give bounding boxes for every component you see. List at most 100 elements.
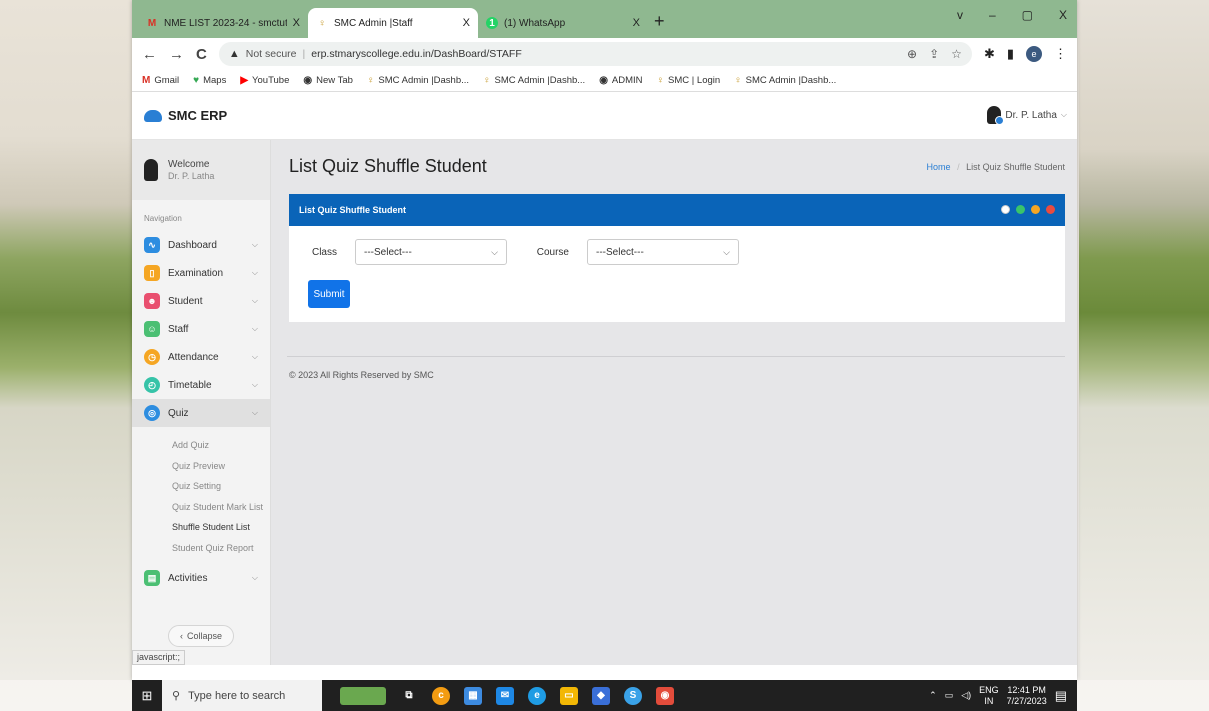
student-icon: ☻ bbox=[144, 293, 160, 309]
submenu-quiz-preview[interactable]: Quiz Preview bbox=[172, 456, 270, 477]
sidebar-item-quiz[interactable]: ◎ Quiz ⌵ bbox=[132, 399, 270, 427]
new-tab-button[interactable]: + bbox=[654, 11, 665, 32]
notification-icon[interactable]: ▤ bbox=[1055, 688, 1067, 704]
chrome-icon[interactable]: ◉ bbox=[656, 686, 674, 705]
bookmark-new-tab[interactable]: ◉ New Tab bbox=[303, 75, 353, 86]
search-placeholder: Type here to search bbox=[188, 689, 286, 702]
refresh-icon[interactable] bbox=[1016, 205, 1025, 214]
nav-heading: Navigation bbox=[144, 214, 182, 223]
sidepanel-icon[interactable]: ▮ bbox=[1007, 46, 1014, 62]
sidebar-item-student[interactable]: ☻ Student ⌵ bbox=[132, 287, 270, 315]
mail-icon[interactable]: ✉ bbox=[496, 686, 514, 705]
close-tab-button[interactable]: X bbox=[633, 17, 640, 29]
submenu-add-quiz[interactable]: Add Quiz bbox=[172, 435, 270, 456]
language-indicator[interactable]: ENG IN bbox=[979, 685, 999, 707]
smc-logo-icon: ♀ bbox=[366, 75, 375, 86]
app-icon[interactable]: c bbox=[432, 686, 450, 705]
smc-logo-icon: ♀ bbox=[656, 75, 665, 86]
user-menu[interactable]: Dr. P. Latha ⌵ bbox=[987, 106, 1067, 125]
chevron-down-icon: ⌵ bbox=[251, 240, 258, 249]
sidebar-item-dashboard[interactable]: ∿ Dashboard ⌵ bbox=[132, 231, 270, 259]
share-icon[interactable]: ⇪ bbox=[929, 47, 939, 61]
bookmark-smc-admin-3[interactable]: ♀ SMC Admin |Dashb... bbox=[734, 75, 836, 86]
sidebar-item-label: Dashboard bbox=[168, 239, 217, 251]
sidebar-item-activities[interactable]: ▤ Activities ⌵ bbox=[132, 564, 270, 592]
omnibox-actions: ⊕ ⇪ ☆ bbox=[907, 47, 962, 61]
back-icon[interactable]: ← bbox=[142, 46, 157, 63]
windows-start-icon[interactable]: ⊞ bbox=[132, 680, 162, 711]
tab-search-button[interactable]: v bbox=[957, 8, 963, 22]
card-tools bbox=[1001, 205, 1055, 214]
submenu-student-quiz-report[interactable]: Student Quiz Report bbox=[172, 538, 270, 559]
background-scenery-right bbox=[1079, 0, 1209, 680]
smc-logo-icon: ♀ bbox=[734, 75, 742, 86]
chevron-down-icon: ⌵ bbox=[251, 324, 258, 333]
form-card: List Quiz Shuffle Student Class ---Selec… bbox=[289, 194, 1065, 322]
bookmark-star-icon[interactable]: ☆ bbox=[951, 47, 962, 61]
sidebar-item-staff[interactable]: ☺ Staff ⌵ bbox=[132, 315, 270, 343]
submenu-quiz-setting[interactable]: Quiz Setting bbox=[172, 476, 270, 497]
url-text: erp.stmaryscollege.edu.in/DashBoard/STAF… bbox=[311, 48, 522, 60]
class-select[interactable]: ---Select--- ⌵ bbox=[355, 239, 507, 265]
sidebar-item-examination[interactable]: ▯ Examination ⌵ bbox=[132, 259, 270, 287]
maximize-button[interactable]: ▢ bbox=[1022, 8, 1033, 22]
check-icon[interactable] bbox=[1001, 205, 1010, 214]
breadcrumb: Home / List Quiz Shuffle Student bbox=[927, 162, 1065, 172]
network-icon[interactable]: ▭ bbox=[945, 690, 954, 701]
file-explorer-icon[interactable]: ▭ bbox=[560, 686, 578, 705]
sidebar-item-label: Attendance bbox=[168, 351, 219, 363]
close-tab-button[interactable]: X bbox=[463, 17, 470, 29]
bookmark-smc-login[interactable]: ♀ SMC | Login bbox=[657, 75, 721, 86]
store-icon[interactable]: ▦ bbox=[464, 686, 482, 705]
brand-logo[interactable]: SMC ERP bbox=[144, 108, 227, 123]
bookmark-smc-admin-1[interactable]: ♀ SMC Admin |Dashb... bbox=[367, 75, 469, 86]
activities-icon: ▤ bbox=[144, 570, 160, 586]
menu-icon[interactable]: ⋮ bbox=[1054, 46, 1067, 62]
bookmark-smc-admin-2[interactable]: ♀ SMC Admin |Dashb... bbox=[483, 75, 585, 86]
submenu-quiz-student-mark-list[interactable]: Quiz Student Mark List bbox=[172, 497, 270, 518]
profile-avatar[interactable]: e bbox=[1026, 46, 1042, 62]
tab-whatsapp[interactable]: 1 (1) WhatsApp X bbox=[478, 8, 648, 38]
submenu-shuffle-student-list[interactable]: Shuffle Student List bbox=[172, 517, 270, 538]
volume-icon[interactable]: ◁) bbox=[961, 690, 971, 701]
taskbar-search-input[interactable]: ⚲ Type here to search bbox=[162, 680, 322, 711]
bookmark-youtube[interactable]: ▶ YouTube bbox=[240, 75, 289, 86]
background-scenery-left bbox=[0, 0, 132, 680]
url-input[interactable]: ▲ Not secure | erp.stmaryscollege.edu.in… bbox=[218, 42, 972, 66]
sidebar-item-timetable[interactable]: ◴ Timetable ⌵ bbox=[132, 371, 270, 399]
tab-smc-admin[interactable]: ♀ SMC Admin |Staff X bbox=[308, 8, 478, 38]
bookmark-maps[interactable]: ♥ Maps bbox=[193, 75, 226, 86]
minimize-icon[interactable] bbox=[1031, 205, 1040, 214]
close-tab-button[interactable]: X bbox=[293, 17, 300, 29]
breadcrumb-current: List Quiz Shuffle Student bbox=[966, 162, 1065, 172]
edge-icon[interactable]: e bbox=[528, 686, 546, 705]
breadcrumb-home-link[interactable]: Home bbox=[927, 162, 951, 172]
app-icon[interactable]: ◆ bbox=[592, 686, 610, 705]
tab-gmail[interactable]: M NME LIST 2023-24 - smctut.erp2( X bbox=[138, 8, 308, 38]
zoom-icon[interactable]: ⊕ bbox=[907, 47, 917, 61]
course-select[interactable]: ---Select--- ⌵ bbox=[587, 239, 739, 265]
footer-divider bbox=[287, 356, 1065, 357]
course-label: Course bbox=[536, 246, 569, 258]
close-icon[interactable] bbox=[1046, 205, 1055, 214]
quiz-icon: ◎ bbox=[144, 405, 160, 421]
minimize-button[interactable]: – bbox=[989, 8, 996, 22]
extensions-icon[interactable]: ✱ bbox=[984, 46, 995, 62]
task-view-icon[interactable]: ⧉ bbox=[400, 687, 418, 705]
bookmark-gmail[interactable]: M Gmail bbox=[142, 75, 179, 86]
clock[interactable]: 12:41 PM 7/27/2023 bbox=[1007, 685, 1047, 707]
bookmark-admin[interactable]: ◉ ADMIN bbox=[599, 75, 642, 86]
news-widget-icon[interactable] bbox=[340, 686, 386, 705]
forward-icon[interactable]: → bbox=[169, 46, 184, 63]
reload-icon[interactable]: C bbox=[196, 46, 207, 63]
close-window-button[interactable]: X bbox=[1059, 8, 1067, 22]
chevron-up-icon[interactable]: ⌃ bbox=[929, 690, 937, 701]
bookmarks-bar: M Gmail ♥ Maps ▶ YouTube ◉ New Tab ♀ SMC Admi… bbox=[132, 70, 1077, 92]
collapse-button[interactable]: ‹ Collapse bbox=[168, 625, 234, 647]
chevron-down-icon: ⌵ bbox=[251, 352, 258, 361]
sidebar-item-attendance[interactable]: ◷ Attendance ⌵ bbox=[132, 343, 270, 371]
submit-button[interactable]: Submit bbox=[308, 280, 350, 308]
skype-icon[interactable]: S bbox=[624, 686, 642, 705]
welcome-name: Dr. P. Latha bbox=[168, 171, 215, 181]
class-label: Class bbox=[311, 246, 337, 258]
